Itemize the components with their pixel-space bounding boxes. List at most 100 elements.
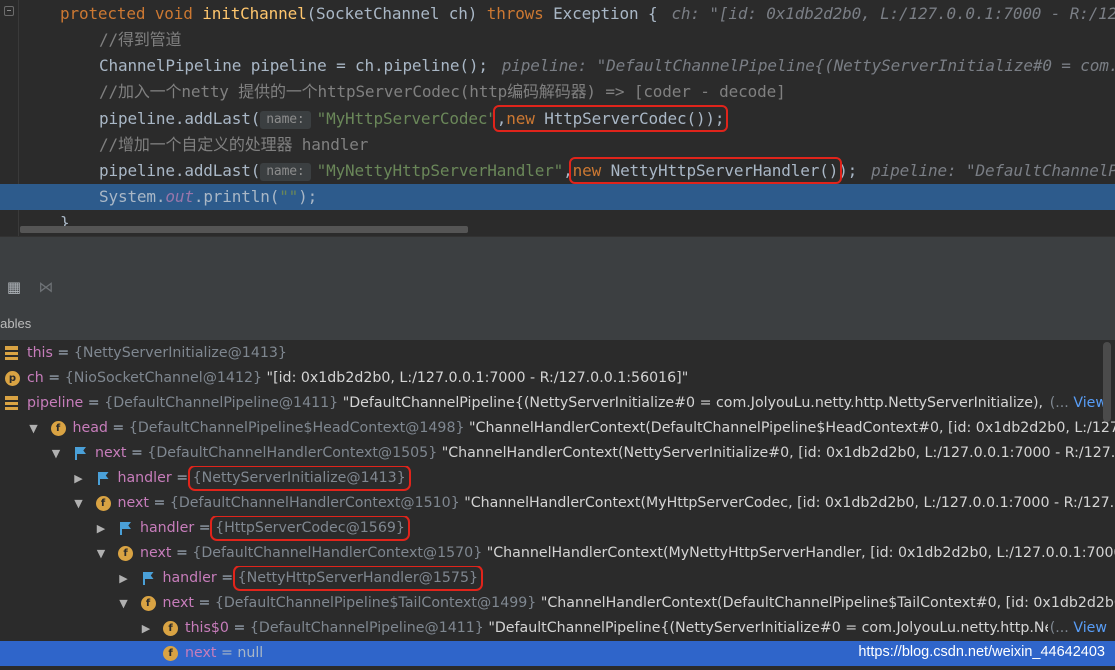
horizontal-scrollbar[interactable]	[20, 226, 468, 233]
variable-row-next[interactable]: ▼ f next = {DefaultChannelHandlerContext@1…	[0, 541, 1115, 566]
variable-value: "DefaultChannelPipeline{(NettyServerInit…	[338, 395, 1054, 411]
code-line-method-signature[interactable]: protected void initChannel(SocketChannel…	[0, 1, 1115, 27]
variable-text: ch = {NioSocketChannel@1412} "[id: 0x1db…	[27, 366, 688, 391]
table-view-icon[interactable]: ▦	[6, 279, 22, 295]
expand-arrow-icon[interactable]: ▼	[50, 441, 62, 466]
keyword-new: new	[506, 109, 535, 128]
code-line-comment[interactable]: //加入一个netty 提供的一个httpServerCodec(http编码解…	[0, 79, 1115, 105]
variable-row-this[interactable]: this = {NettyServerInitialize@1413}	[0, 341, 1115, 366]
flag-icon	[96, 471, 111, 486]
variable-type: {DefaultChannelHandlerContext@1570}	[192, 545, 483, 561]
truncation-dots: (...	[1049, 395, 1074, 411]
inline-debug-value: pipeline: "DefaultChannelPipeline{(Ne	[871, 161, 1115, 180]
variable-type: {DefaultChannelHandlerContext@1505}	[147, 445, 438, 461]
variable-row-this0[interactable]: ▶ f this$0 = {DefaultChannelPipeline@1411}…	[0, 616, 1115, 641]
variable-text: head = {DefaultChannelPipeline$HeadConte…	[73, 416, 1115, 441]
view-link[interactable]: (... View	[1047, 391, 1107, 416]
variable-value: "ChannelHandlerContext(MyNettyHttpServer…	[486, 545, 1115, 561]
constructor-call: HttpServerCodec());	[534, 109, 725, 128]
collapse-arrow-icon[interactable]: ▶	[73, 466, 85, 491]
variable-value: "ChannelHandlerContext(DefaultChannelPip…	[464, 420, 1115, 436]
code-line-add-custom-handler[interactable]: pipeline.addLast(name: "MyNettyHttpServer…	[0, 157, 1115, 184]
method-params: (SocketChannel ch)	[306, 4, 487, 23]
code-line-add-http-codec[interactable]: pipeline.addLast(name: "MyHttpServerCodec…	[0, 105, 1115, 132]
truncation-dots: (...	[1049, 620, 1074, 636]
variable-row-next[interactable]: ▼ f next = {DefaultChannelPipeline$TailCon…	[0, 591, 1115, 616]
expand-arrow-icon[interactable]: ▼	[73, 491, 85, 516]
variable-text: handler = {NettyServerInitialize@1413}	[118, 466, 411, 491]
code-line-comment[interactable]: //增加一个自定义的处理器 handler	[0, 132, 1115, 158]
code-comment: //得到管道	[99, 30, 182, 49]
constructor-call: NettyHttpServerHandler()	[601, 161, 839, 180]
variable-name: this	[27, 345, 53, 361]
field-icon: f	[163, 621, 178, 636]
variable-value: "ChannelHandlerContext(NettyServerInitia…	[437, 445, 1115, 461]
view-link[interactable]: (... View	[1047, 616, 1107, 641]
field-icon: f	[118, 546, 133, 561]
code-call: pipeline.addLast(	[99, 161, 261, 180]
variable-row-ch[interactable]: p ch = {NioSocketChannel@1412} "[id: 0x1d…	[0, 366, 1115, 391]
field-icon: f	[140, 596, 156, 611]
variable-name: next	[185, 645, 217, 661]
collapse-arrow-icon[interactable]: ▶	[140, 616, 152, 641]
view-link-label: View	[1073, 395, 1107, 411]
field-icon: f	[163, 646, 178, 661]
inline-debug-value: ch: "[id: 0x1db2d2b0, L:/127.0.0.1:7000 …	[671, 4, 1115, 23]
highlight-box-handler-type: {NettyHttpServerHandler@1575}	[232, 566, 484, 591]
restore-layout-icon[interactable]: ⋈	[38, 279, 54, 295]
highlight-box-http-codec: ,new HttpServerCodec());	[492, 105, 729, 132]
stack-frame-icon	[5, 346, 20, 361]
variable-name: handler	[162, 570, 217, 586]
highlight-box-custom-handler: new NettyHttpServerHandler()	[568, 157, 843, 184]
variable-value: "ChannelHandlerContext(DefaultChannelPip…	[540, 595, 1115, 611]
code-editor[interactable]: protected void initChannel(SocketChannel…	[0, 0, 1115, 236]
keyword-throws: throws	[486, 4, 544, 23]
variable-row-next[interactable]: ▼ next = {DefaultChannelHandlerContext@15…	[0, 441, 1115, 466]
variable-row-handler[interactable]: ▶ handler = {NettyHttpServerHandler@1575}	[0, 566, 1115, 591]
expand-arrow-icon[interactable]: ▼	[118, 591, 130, 616]
variable-type: {NettyServerInitialize@1413}	[73, 345, 287, 361]
keyword-protected-void: protected void	[60, 4, 203, 23]
equals-sign: =	[43, 370, 65, 386]
stack-frame-icon	[5, 396, 20, 411]
panel-splitter[interactable]	[0, 236, 1115, 269]
collapse-arrow-icon[interactable]: ▶	[95, 516, 107, 541]
parameter-icon: p	[5, 371, 20, 386]
equals-sign: =	[171, 470, 193, 486]
expand-arrow-icon[interactable]: ▼	[28, 416, 40, 441]
variable-name: next	[162, 595, 194, 611]
variable-type: {DefaultChannelHandlerContext@1510}	[169, 495, 460, 511]
code-call: pipeline.addLast(	[99, 109, 261, 128]
variable-name: handler	[140, 520, 195, 536]
vertical-scrollbar[interactable]	[1103, 342, 1111, 422]
variables-tree[interactable]: this = {NettyServerInitialize@1413} p ch =…	[0, 340, 1115, 670]
variable-type: {DefaultChannelPipeline@1411}	[104, 395, 339, 411]
keyword-new: new	[572, 161, 602, 180]
variable-row-pipeline[interactable]: pipeline = {DefaultChannelPipeline@1411}…	[0, 391, 1115, 416]
equals-sign: =	[148, 495, 170, 511]
variable-text: next = {DefaultChannelHandlerContext@157…	[140, 541, 1115, 566]
variable-name: next	[117, 495, 149, 511]
view-link-label: View	[1073, 620, 1107, 636]
variable-text: this = {NettyServerInitialize@1413}	[27, 341, 287, 366]
highlight-box-handler-type: {HttpServerCodec@1569}	[210, 516, 410, 541]
variable-type: {DefaultChannelPipeline@1411}	[249, 620, 484, 636]
code-line-current-execution[interactable]: System.out.println("");	[0, 184, 1115, 210]
expand-arrow-icon[interactable]: ▼	[95, 541, 107, 566]
static-field-out: out	[165, 187, 194, 206]
collapse-arrow-icon[interactable]: ▶	[118, 566, 130, 591]
flag-icon	[73, 446, 88, 461]
variable-row-head[interactable]: ▼ f head = {DefaultChannelPipeline$HeadCon…	[0, 416, 1115, 441]
field-icon: f	[95, 496, 111, 511]
variable-row-handler[interactable]: ▶ handler = {HttpServerCodec@1569}	[0, 516, 1115, 541]
variable-type: {NioSocketChannel@1412}	[64, 370, 263, 386]
variable-row-handler[interactable]: ▶ handler = {NettyServerInitialize@1413}	[0, 466, 1115, 491]
equals-sign: =	[216, 645, 238, 661]
field-icon: f	[50, 421, 66, 436]
method-name: initChannel	[202, 4, 307, 23]
variable-row-next[interactable]: ▼ f next = {DefaultChannelHandlerContext@1…	[0, 491, 1115, 516]
variable-text: handler = {NettyHttpServerHandler@1575}	[162, 566, 484, 591]
variable-text: pipeline = {DefaultChannelPipeline@1411}…	[27, 391, 1053, 416]
code-line-pipeline-declaration[interactable]: ChannelPipeline pipeline = ch.pipeline()…	[0, 53, 1115, 79]
code-line-comment[interactable]: //得到管道	[0, 27, 1115, 53]
